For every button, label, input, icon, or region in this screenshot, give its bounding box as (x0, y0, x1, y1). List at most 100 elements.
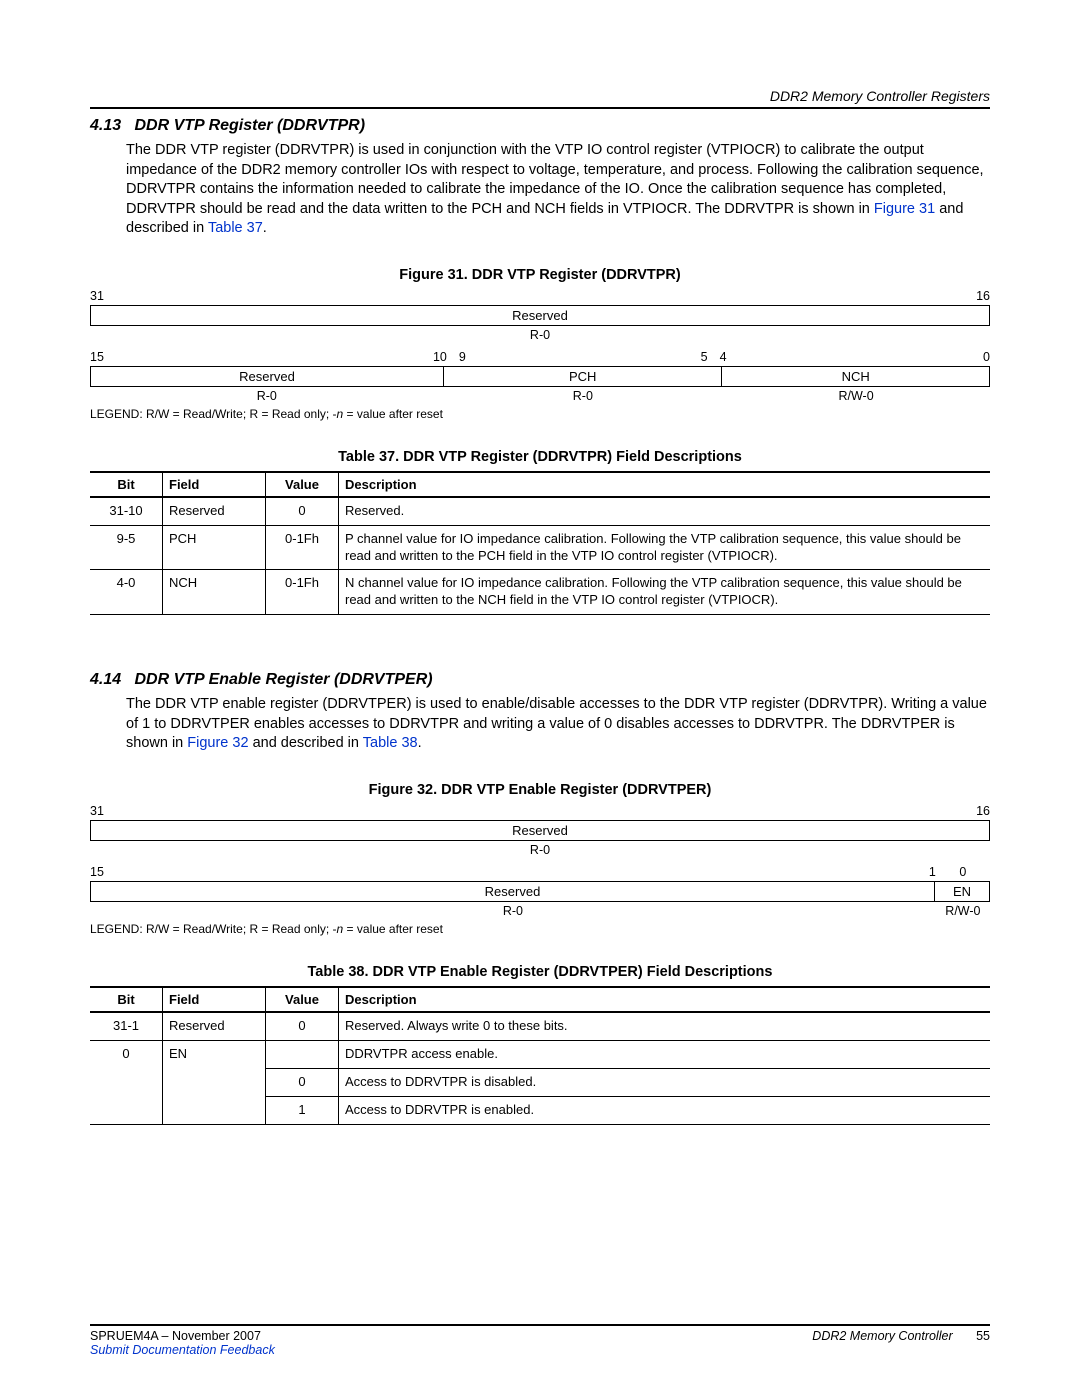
th-field: Field (163, 472, 266, 497)
td-desc: P channel value for IO impedance calibra… (339, 525, 991, 570)
section-414-body: The DDR VTP enable register (DDRVTPER) i… (126, 695, 990, 754)
rw-label: R-0 (444, 389, 723, 403)
td-bit: 31-10 (90, 497, 163, 525)
figure-31-layout: 31 16 Reserved R-0 15 10 9 5 4 0 Reserve… (90, 289, 990, 421)
rw-label: R-0 (90, 904, 936, 918)
table-header-row: Bit Field Value Description (90, 987, 990, 1012)
link-figure-31[interactable]: Figure 31 (874, 201, 935, 217)
th-bit: Bit (90, 987, 163, 1012)
td-desc: Access to DDRVTPR is enabled. (339, 1096, 991, 1124)
td-value: 0-1Fh (266, 570, 339, 615)
submit-feedback-link[interactable]: Submit Documentation Feedback (90, 1343, 990, 1357)
th-value: Value (266, 987, 339, 1012)
table-38-caption: Table 38. DDR VTP Enable Register (DDRVT… (90, 964, 990, 980)
bit-label: 15 (90, 865, 903, 879)
bit-label: 16 (540, 804, 990, 818)
reg-field: Reserved (90, 366, 444, 387)
td-desc: DDRVTPR access enable. (339, 1040, 991, 1068)
td-desc: Reserved. (339, 497, 991, 525)
footer-doc-title: DDR2 Memory Controller (812, 1329, 952, 1343)
para-text: . (263, 220, 267, 236)
footer-left: SPRUEM4A – November 2007 (90, 1329, 261, 1343)
table-header-row: Bit Field Value Description (90, 472, 990, 497)
table-row: 9-5 PCH 0-1Fh P channel value for IO imp… (90, 525, 990, 570)
rw-label: R-0 (90, 328, 990, 342)
bit-label: 4 (708, 350, 752, 364)
td-field (163, 1096, 266, 1124)
figure-32-caption: Figure 32. DDR VTP Enable Register (DDRV… (90, 782, 990, 798)
link-table-38[interactable]: Table 38 (363, 735, 418, 751)
legend-text: LEGEND: R/W = Read/Write; R = Read only;… (90, 407, 337, 421)
para-text: The DDR VTP register (DDRVTPR) is used i… (126, 142, 984, 217)
section-414-title: 4.14 DDR VTP Enable Register (DDRVTPER) (90, 671, 990, 689)
bit-label: 9 (447, 350, 491, 364)
td-bit: 0 (90, 1040, 163, 1068)
section-heading: DDR VTP Enable Register (DDRVTPER) (134, 671, 432, 688)
reg-field: NCH (722, 366, 990, 387)
td-value: 0 (266, 1068, 339, 1096)
table-row: 1 Access to DDRVTPR is enabled. (90, 1096, 990, 1124)
bit-label: 0 (752, 350, 990, 364)
th-desc: Description (339, 987, 991, 1012)
table-37-caption: Table 37. DDR VTP Register (DDRVTPR) Fie… (90, 449, 990, 465)
td-bit: 4-0 (90, 570, 163, 615)
section-num: 4.13 (90, 117, 121, 134)
td-value: 0-1Fh (266, 525, 339, 570)
reg-field: Reserved (90, 820, 990, 841)
th-field: Field (163, 987, 266, 1012)
table-row: 31-1 Reserved 0 Reserved. Always write 0… (90, 1012, 990, 1040)
bit-label: 1 (903, 865, 936, 879)
td-field: PCH (163, 525, 266, 570)
reg-field: PCH (444, 366, 722, 387)
table-row: 31-10 Reserved 0 Reserved. (90, 497, 990, 525)
para-text: and described in (253, 735, 363, 751)
reg-field: Reserved (90, 881, 935, 902)
para-text: . (418, 735, 422, 751)
th-bit: Bit (90, 472, 163, 497)
bit-label: 5 (491, 350, 707, 364)
rw-label: R-0 (90, 389, 444, 403)
bit-label: 31 (90, 289, 540, 303)
legend-text: = value after reset (343, 922, 443, 936)
td-desc: Reserved. Always write 0 to these bits. (339, 1012, 991, 1040)
bit-label: 16 (540, 289, 990, 303)
rw-label: R/W-0 (936, 904, 990, 918)
td-field: EN (163, 1040, 266, 1068)
th-value: Value (266, 472, 339, 497)
td-bit: 31-1 (90, 1012, 163, 1040)
td-bit (90, 1068, 163, 1096)
td-field: Reserved (163, 497, 266, 525)
section-413-body: The DDR VTP register (DDRVTPR) is used i… (126, 141, 990, 239)
table-row: 0 Access to DDRVTPR is disabled. (90, 1068, 990, 1096)
td-desc: Access to DDRVTPR is disabled. (339, 1068, 991, 1096)
footer-right: DDR2 Memory Controller 55 (812, 1329, 990, 1343)
section-num: 4.14 (90, 671, 121, 688)
td-field (163, 1068, 266, 1096)
table-38: Bit Field Value Description 31-1 Reserve… (90, 986, 990, 1125)
link-table-37[interactable]: Table 37 (208, 220, 263, 236)
td-value: 0 (266, 497, 339, 525)
td-value: 1 (266, 1096, 339, 1124)
reg-field: Reserved (90, 305, 990, 326)
section-413-title: 4.13 DDR VTP Register (DDRVTPR) (90, 117, 990, 135)
bit-label: 31 (90, 804, 540, 818)
figure-31-legend: LEGEND: R/W = Read/Write; R = Read only;… (90, 407, 990, 421)
rw-label: R-0 (90, 843, 990, 857)
reg-field: EN (935, 881, 990, 902)
bit-label: 0 (936, 865, 990, 879)
th-desc: Description (339, 472, 991, 497)
td-value: 0 (266, 1012, 339, 1040)
bit-label: 15 (90, 350, 414, 364)
td-field: NCH (163, 570, 266, 615)
link-figure-32[interactable]: Figure 32 (187, 735, 248, 751)
rw-label: R/W-0 (722, 389, 990, 403)
figure-31-caption: Figure 31. DDR VTP Register (DDRVTPR) (90, 267, 990, 283)
figure-32-layout: 31 16 Reserved R-0 15 1 0 Reserved EN R-… (90, 804, 990, 936)
header-context: DDR2 Memory Controller Registers (90, 88, 990, 109)
td-bit (90, 1096, 163, 1124)
legend-text: LEGEND: R/W = Read/Write; R = Read only;… (90, 922, 337, 936)
page-container: DDR2 Memory Controller Registers 4.13 DD… (0, 0, 1080, 1397)
td-value (266, 1040, 339, 1068)
legend-text: = value after reset (343, 407, 443, 421)
table-row: 0 EN DDRVTPR access enable. (90, 1040, 990, 1068)
